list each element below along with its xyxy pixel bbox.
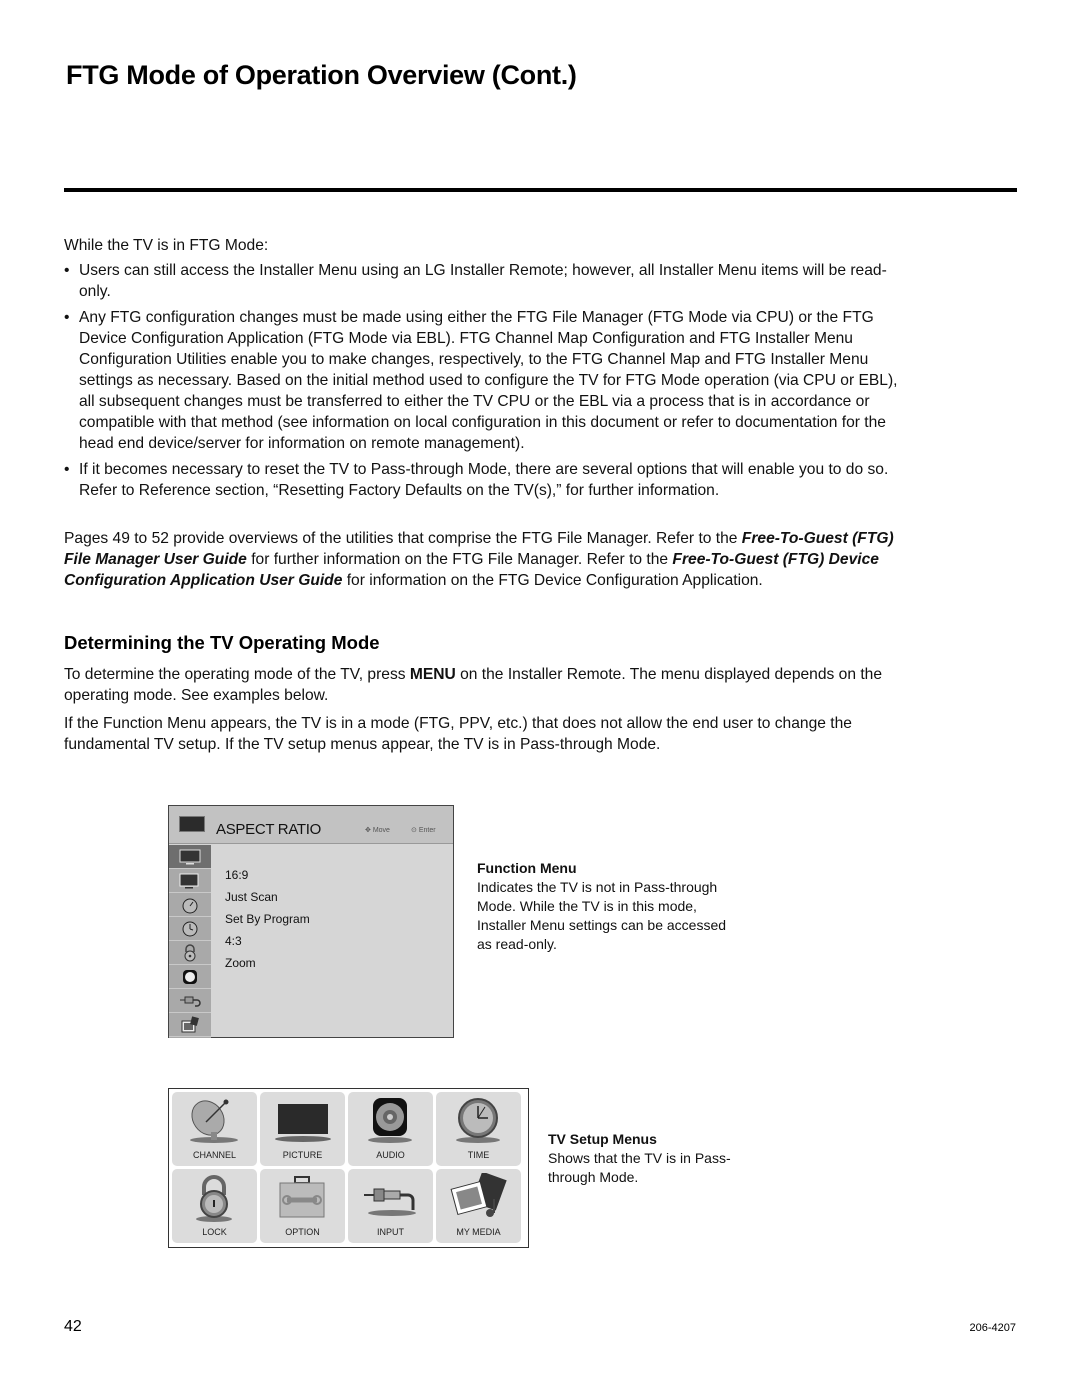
bullet-item: • If it becomes necessary to reset the TV…: [64, 461, 889, 499]
bullet-dot: •: [64, 262, 70, 279]
photo-music-icon: [450, 1173, 507, 1217]
clock-icon: [456, 1098, 500, 1143]
enter-hint: ⊙ Enter: [411, 827, 436, 834]
setup-menus-caption: TV Setup Menus Shows that the TV is in P…: [548, 1130, 738, 1187]
bullet-item: • Users can still access the Installer Me…: [64, 262, 887, 300]
tile-input[interactable]: INPUT: [348, 1169, 433, 1243]
dark-circle-icon: [183, 969, 197, 984]
sidebar-item-media[interactable]: [169, 1013, 211, 1037]
tv-icon: [179, 816, 205, 832]
sidebar-item-input[interactable]: [169, 989, 211, 1013]
tile-label: CHANNEL: [192, 1150, 236, 1160]
document-number: 206-4207: [969, 1322, 1017, 1334]
sidebar-item-lock[interactable]: [169, 941, 211, 965]
option-just-scan[interactable]: Just Scan: [225, 886, 310, 908]
sidebar-item-picture-adv[interactable]: [169, 869, 211, 893]
aspect-ratio-options: 16:9 Just Scan Set By Program 4:3 Zoom: [225, 864, 310, 974]
tile-label: LOCK: [202, 1227, 227, 1237]
page-title: FTG Mode of Operation Overview (Cont.): [66, 60, 577, 90]
section-heading: Determining the TV Operating Mode: [64, 632, 380, 653]
clock-icon: [182, 921, 198, 936]
tile-channel[interactable]: CHANNEL: [172, 1092, 257, 1166]
bullet-list: • Users can still access the Installer Me…: [64, 260, 914, 506]
move-hint: ✥ Move: [365, 827, 390, 834]
function-menu-header: ASPECT RATIO ✥ Move ⊙ Enter: [169, 806, 453, 844]
caption-title: TV Setup Menus: [548, 1131, 657, 1147]
option-4-3[interactable]: 4:3: [225, 930, 310, 952]
page-number: 42: [64, 1318, 82, 1335]
tile-label: INPUT: [377, 1227, 404, 1237]
tile-option[interactable]: OPTION: [260, 1169, 345, 1243]
function-menu: ASPECT RATIO ✥ Move ⊙ Enter 16:9 Just Sc…: [168, 805, 454, 1038]
tv-icon: [179, 849, 201, 864]
dpad-icon: ✥: [365, 827, 373, 834]
bullet-dot: •: [64, 309, 70, 326]
tile-my-media[interactable]: MY MEDIA: [436, 1169, 521, 1243]
sidebar-item-audio[interactable]: [169, 965, 211, 989]
intro-text: While the TV is in FTG Mode:: [64, 237, 269, 254]
tile-time[interactable]: TIME: [436, 1092, 521, 1166]
timer-icon: [182, 898, 198, 913]
sidebar-item-timer[interactable]: [169, 893, 211, 917]
sidebar-item-picture[interactable]: [169, 845, 211, 869]
padlock-icon: [196, 1175, 232, 1222]
tile-label: TIME: [467, 1150, 490, 1160]
enter-icon: ⊙: [411, 827, 419, 834]
speaker-icon: [368, 1098, 412, 1143]
media-icon: [181, 1015, 199, 1032]
tile-label: MY MEDIA: [456, 1227, 501, 1237]
tile-label: AUDIO: [376, 1150, 405, 1160]
function-menu-caption: Function Menu Indicates the TV is not in…: [477, 859, 727, 954]
tile-audio[interactable]: AUDIO: [348, 1092, 433, 1166]
function-paragraph: If the Function Menu appears, the TV is …: [64, 715, 852, 753]
option-zoom[interactable]: Zoom: [225, 952, 310, 974]
rca-plug-icon: [364, 1188, 416, 1216]
tv-setup-menus: CHANNEL PICTURE AUDIO TIME LOCK OPTION I…: [168, 1088, 529, 1248]
caption-text: Shows that the TV is in Pass-through Mod…: [548, 1150, 731, 1185]
sidebar-item-time[interactable]: [169, 917, 211, 941]
function-menu-title: ASPECT RATIO: [216, 821, 322, 838]
lock-icon: [184, 943, 196, 961]
satellite-dish-icon: [190, 1099, 238, 1143]
tile-label: PICTURE: [282, 1150, 323, 1160]
determine-paragraph: To determine the operating mode of the T…: [64, 666, 883, 704]
caption-title: Function Menu: [477, 860, 577, 876]
pages-paragraph: Pages 49 to 52 provide overviews of the …: [64, 530, 894, 589]
bullet-item: • Any FTG configuration changes must be m…: [64, 309, 898, 452]
tv-small-icon: [179, 873, 199, 888]
menu-key: MENU: [409, 666, 456, 683]
tile-picture[interactable]: PICTURE: [260, 1092, 345, 1166]
function-menu-sidebar: [169, 845, 211, 1038]
caption-text: Indicates the TV is not in Pass-through …: [477, 879, 727, 952]
plug-icon: [180, 996, 201, 1007]
bullet-dot: •: [64, 461, 70, 478]
toolbox-icon: [279, 1176, 325, 1218]
option-16-9[interactable]: 16:9: [225, 864, 310, 886]
option-set-by-program[interactable]: Set By Program: [225, 908, 310, 930]
tile-lock[interactable]: LOCK: [172, 1169, 257, 1243]
tile-label: OPTION: [285, 1227, 320, 1237]
tv-icon: [275, 1104, 331, 1142]
title-rule: [64, 188, 1017, 192]
